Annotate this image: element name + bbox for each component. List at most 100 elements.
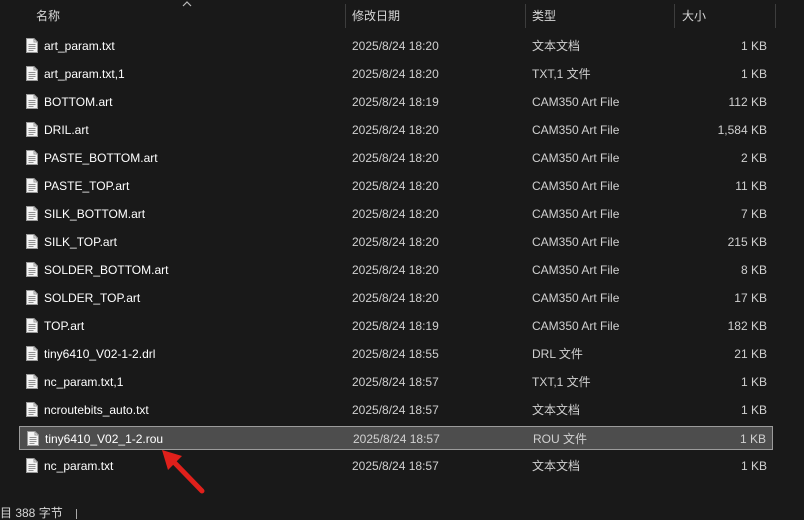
file-row[interactable]: PASTE_BOTTOM.art 2025/8/24 18:20 CAM350 Ar… (19, 146, 773, 170)
column-name-header[interactable]: 名称 (36, 0, 60, 32)
file-size: 1 KB (740, 459, 767, 473)
document-icon (26, 150, 38, 165)
file-row[interactable]: SILK_TOP.art 2025/8/24 18:20 CAM350 Art Fi… (19, 230, 773, 254)
chevron-up-icon[interactable] (182, 0, 192, 8)
file-row[interactable]: art_param.txt 2025/8/24 18:20 文本文档 1 KB (19, 34, 773, 58)
column-date-header[interactable]: 修改日期 (352, 0, 400, 32)
column-separator[interactable] (345, 4, 346, 28)
file-row[interactable]: TOP.art 2025/8/24 18:19 CAM350 Art File 182… (19, 314, 773, 338)
file-date: 2025/8/24 18:55 (352, 347, 439, 361)
file-row[interactable]: nc_param.txt 2025/8/24 18:57 文本文档 1 KB (19, 454, 773, 478)
document-icon (26, 290, 38, 305)
file-date: 2025/8/24 18:20 (352, 207, 439, 221)
file-date: 2025/8/24 18:57 (352, 375, 439, 389)
file-type: CAM350 Art File (532, 291, 620, 305)
file-type: CAM350 Art File (532, 95, 620, 109)
file-name[interactable]: ncroutebits_auto.txt (44, 398, 149, 422)
file-row[interactable]: DRIL.art 2025/8/24 18:20 CAM350 Art File 1,… (19, 118, 773, 142)
red-arrow-icon (162, 450, 205, 494)
column-header: 名称 修改日期 类型 大小 (0, 0, 804, 32)
file-size: 2 KB (740, 151, 767, 165)
file-date: 2025/8/24 18:20 (352, 151, 439, 165)
file-name[interactable]: tiny6410_V02-1-2.drl (44, 342, 155, 366)
file-name[interactable]: nc_param.txt (44, 454, 113, 478)
file-type: CAM350 Art File (532, 319, 620, 333)
file-size: 1 KB (740, 375, 767, 389)
file-type: CAM350 Art File (532, 123, 620, 137)
file-row[interactable]: tiny6410_V02-1-2.drl 2025/8/24 18:55 DRL 文… (19, 342, 773, 366)
file-type: 文本文档 (532, 39, 581, 53)
file-row[interactable]: art_param.txt,1 2025/8/24 18:20 TXT,1 文件 1 … (19, 62, 773, 86)
file-row[interactable]: SOLDER_BOTTOM.art 2025/8/24 18:20 CAM350 A… (19, 258, 773, 282)
file-date: 2025/8/24 18:57 (352, 403, 439, 417)
file-name[interactable]: PASTE_TOP.art (44, 174, 129, 198)
file-date: 2025/8/24 18:19 (352, 319, 439, 333)
file-date: 2025/8/24 18:20 (352, 39, 439, 53)
file-size: 112 KB (728, 95, 767, 109)
file-date: 2025/8/24 18:20 (352, 179, 439, 193)
file-size: 1 KB (740, 403, 767, 417)
file-size: 1 KB (740, 39, 767, 53)
file-name[interactable]: SILK_BOTTOM.art (44, 202, 145, 226)
file-name[interactable]: BOTTOM.art (44, 90, 112, 114)
file-name[interactable]: PASTE_BOTTOM.art (44, 146, 158, 170)
file-date: 2025/8/24 18:57 (352, 459, 439, 473)
file-date: 2025/8/24 18:19 (352, 95, 439, 109)
file-size: 1 KB (740, 67, 767, 81)
file-size: 17 KB (734, 291, 767, 305)
document-icon (26, 178, 38, 193)
file-name[interactable]: nc_param.txt,1 (44, 370, 123, 394)
file-row[interactable]: tiny6410_V02_1-2.rou 2025/8/24 18:57 ROU 文… (19, 426, 773, 450)
document-icon (26, 122, 38, 137)
file-row[interactable]: SILK_BOTTOM.art 2025/8/24 18:20 CAM350 Art… (19, 202, 773, 226)
file-type: ROU 文件 (533, 432, 588, 446)
file-type: 文本文档 (532, 459, 581, 473)
document-icon (26, 66, 38, 81)
file-type: CAM350 Art File (532, 207, 620, 221)
file-name[interactable]: art_param.txt,1 (44, 62, 125, 86)
file-date: 2025/8/24 18:57 (353, 432, 440, 446)
file-name[interactable]: TOP.art (44, 314, 84, 338)
document-icon (26, 38, 38, 53)
file-name[interactable]: SILK_TOP.art (44, 230, 117, 254)
file-row[interactable]: BOTTOM.art 2025/8/24 18:19 CAM350 Art File… (19, 90, 773, 114)
file-row[interactable]: PASTE_TOP.art 2025/8/24 18:20 CAM350 Art F… (19, 174, 773, 198)
document-icon (27, 431, 39, 446)
file-name[interactable]: SOLDER_BOTTOM.art (44, 258, 168, 282)
file-row[interactable]: ncroutebits_auto.txt 2025/8/24 18:57 文本文档 1… (19, 398, 773, 422)
column-separator[interactable] (525, 4, 526, 28)
column-separator[interactable] (674, 4, 675, 28)
file-date: 2025/8/24 18:20 (352, 123, 439, 137)
file-type: CAM350 Art File (532, 235, 620, 249)
document-icon (26, 234, 38, 249)
status-separator (76, 509, 77, 519)
file-type: CAM350 Art File (532, 179, 620, 193)
file-name[interactable]: tiny6410_V02_1-2.rou (45, 427, 163, 451)
document-icon (26, 458, 38, 473)
file-row[interactable]: SOLDER_TOP.art 2025/8/24 18:20 CAM350 Art … (19, 286, 773, 310)
file-row[interactable]: nc_param.txt,1 2025/8/24 18:57 TXT,1 文件 1 K… (19, 370, 773, 394)
status-bar-text: 目 388 字节 (0, 506, 63, 520)
document-icon (26, 346, 38, 361)
document-icon (26, 262, 38, 277)
file-name[interactable]: SOLDER_TOP.art (44, 286, 140, 310)
file-type: CAM350 Art File (532, 263, 620, 277)
document-icon (26, 374, 38, 389)
document-icon (26, 318, 38, 333)
file-type: TXT,1 文件 (532, 67, 591, 81)
column-separator[interactable] (775, 4, 776, 28)
file-name[interactable]: DRIL.art (44, 118, 89, 142)
file-date: 2025/8/24 18:20 (352, 67, 439, 81)
file-date: 2025/8/24 18:20 (352, 235, 439, 249)
column-size-header[interactable]: 大小 (682, 0, 706, 32)
file-type: TXT,1 文件 (532, 375, 591, 389)
file-size: 7 KB (740, 207, 767, 221)
file-date: 2025/8/24 18:20 (352, 263, 439, 277)
column-type-header[interactable]: 类型 (532, 0, 556, 32)
file-date: 2025/8/24 18:20 (352, 291, 439, 305)
document-icon (26, 402, 38, 417)
file-size: 215 KB (727, 235, 767, 249)
file-name[interactable]: art_param.txt (44, 34, 115, 58)
file-size: 21 KB (734, 347, 767, 361)
file-size: 182 KB (727, 319, 767, 333)
